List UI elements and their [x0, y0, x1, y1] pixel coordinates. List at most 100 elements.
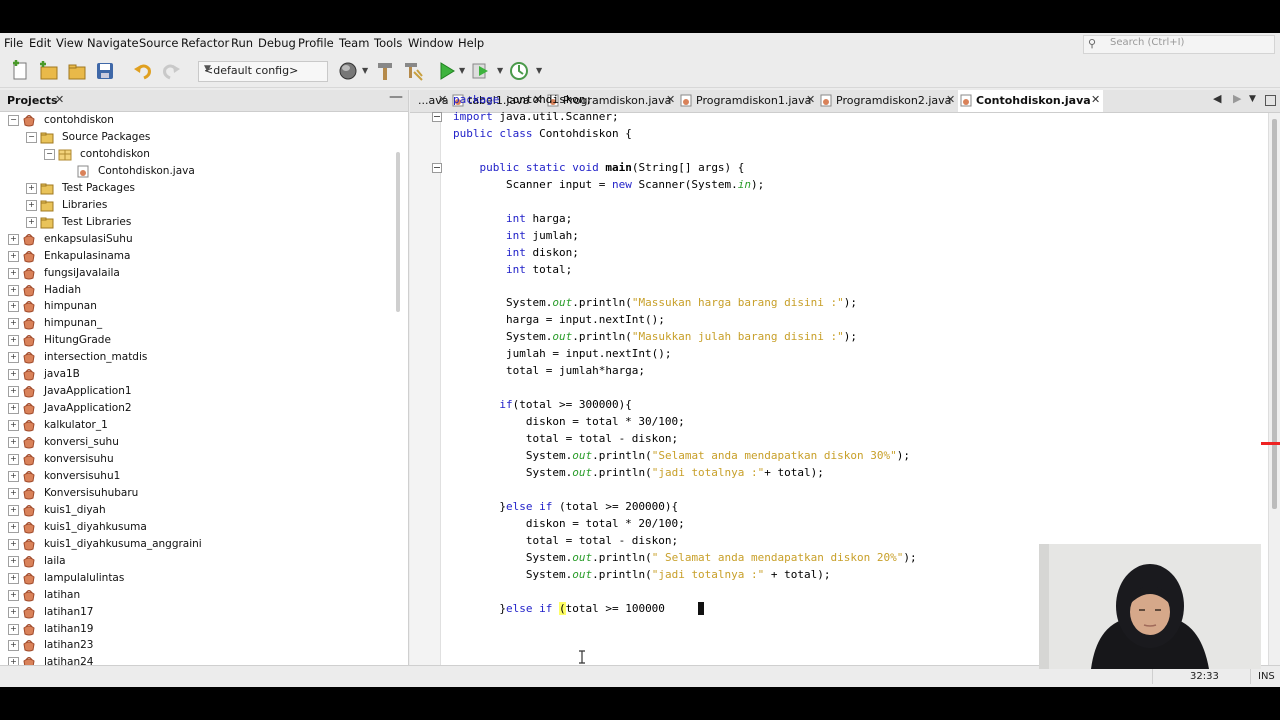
fold-toggle-icon[interactable] — [432, 162, 442, 173]
chevron-down-icon[interactable]: ▼ — [362, 66, 368, 75]
close-icon[interactable]: ✕ — [666, 93, 675, 106]
save-all-icon[interactable] — [94, 60, 116, 82]
menu-help[interactable]: Help — [458, 36, 484, 50]
tree-item[interactable]: + konversisuhu — [0, 451, 396, 468]
scrollbar-thumb[interactable] — [1272, 119, 1277, 509]
expand-icon[interactable]: + — [26, 199, 37, 211]
expand-icon[interactable]: + — [8, 420, 19, 432]
collapse-icon[interactable]: − — [8, 115, 19, 126]
scroll-tabs-right-icon[interactable]: ▶ — [1233, 92, 1241, 105]
expand-icon[interactable]: + — [8, 454, 19, 465]
expand-icon[interactable]: + — [8, 403, 19, 415]
tree-item[interactable]: + konversisuhu1 — [0, 468, 396, 485]
tree-item[interactable]: + fungsiJavalaila — [0, 265, 396, 282]
close-icon[interactable]: ✕ — [946, 93, 955, 106]
error-marker[interactable] — [1261, 442, 1280, 445]
expand-icon[interactable]: + — [8, 521, 19, 533]
profile-icon[interactable] — [508, 60, 530, 82]
maximize-icon[interactable] — [1265, 95, 1276, 106]
expand-icon[interactable]: + — [8, 572, 19, 584]
tree-item[interactable]: + Hadiah — [0, 282, 396, 299]
tree-item[interactable]: + latihan23 — [0, 637, 396, 654]
expand-icon[interactable]: + — [26, 216, 37, 228]
chevron-down-icon[interactable]: ▼ — [459, 66, 465, 75]
menu-run[interactable]: Run — [231, 36, 253, 50]
open-project-icon[interactable] — [66, 60, 88, 82]
tree-item[interactable]: + Enkapulasinama — [0, 248, 396, 265]
search-input[interactable]: Search (Ctrl+I) — [1110, 37, 1184, 48]
tree-item[interactable]: + JavaApplication1 — [0, 383, 396, 400]
debug-icon[interactable] — [470, 60, 492, 82]
collapse-icon[interactable]: − — [26, 131, 37, 143]
minimize-icon[interactable]: — — [389, 89, 403, 105]
menu-source[interactable]: Source — [139, 36, 179, 50]
menu-edit[interactable]: Edit — [29, 36, 51, 50]
expand-icon[interactable]: + — [8, 555, 19, 567]
expand-icon[interactable]: + — [8, 369, 19, 381]
tree-item[interactable]: + laila — [0, 553, 396, 570]
tree-item[interactable]: − contohdiskon — [0, 112, 396, 129]
menu-file[interactable]: File — [4, 36, 23, 50]
close-icon[interactable]: ✕ — [438, 93, 447, 106]
tree-item[interactable]: + Konversisuhubaru — [0, 485, 396, 502]
tree-item[interactable]: + Test Libraries — [0, 214, 396, 231]
expand-icon[interactable]: + — [8, 589, 19, 601]
editor-tab[interactable]: ...ava ✕ — [410, 90, 450, 112]
tree-item[interactable]: + HitungGrade — [0, 332, 396, 349]
tree-item[interactable]: + himpunan_ — [0, 315, 396, 332]
tree-item[interactable]: + kuis1_diyahkusuma — [0, 519, 396, 536]
tree-item[interactable]: + JavaApplication2 — [0, 400, 396, 417]
expand-icon[interactable]: + — [8, 318, 19, 330]
tree-item[interactable]: + kalkulator_1 — [0, 417, 396, 434]
expand-icon[interactable]: + — [8, 504, 19, 516]
expand-icon[interactable]: + — [8, 233, 19, 245]
collapse-icon[interactable]: − — [44, 148, 55, 160]
tree-item[interactable]: + Test Packages — [0, 180, 396, 197]
tree-item[interactable]: + latihan — [0, 587, 396, 604]
tab-list-dropdown-icon[interactable]: ▼ — [1249, 94, 1256, 104]
tree-item[interactable]: + Libraries — [0, 197, 396, 214]
editor-tab[interactable]: Programdiskon2.java ✕ — [818, 90, 958, 112]
expand-icon[interactable]: + — [8, 301, 19, 313]
tab-contohdiskon-active[interactable]: Contohdiskon.java ✕ — [958, 90, 1103, 112]
expand-icon[interactable]: + — [8, 437, 19, 449]
tree-item[interactable]: + latihan17 — [0, 604, 396, 621]
expand-icon[interactable]: + — [8, 470, 19, 482]
tree-item[interactable]: − contohdiskon — [0, 146, 396, 163]
projects-tab[interactable]: Projects ✕ — — [0, 89, 408, 112]
tree-item[interactable]: + latihan19 — [0, 621, 396, 638]
expand-icon[interactable]: + — [8, 657, 19, 665]
chevron-down-icon[interactable]: ▼ — [536, 66, 542, 75]
expand-icon[interactable]: + — [8, 250, 19, 262]
menu-debug[interactable]: Debug — [258, 36, 296, 50]
tree-scrollbar[interactable] — [396, 152, 400, 312]
expand-icon[interactable]: + — [8, 352, 19, 364]
menu-navigate[interactable]: Navigate — [87, 36, 139, 50]
chevron-down-icon[interactable]: ▼ — [497, 66, 503, 75]
menu-view[interactable]: View — [56, 36, 83, 50]
tree-item[interactable]: + kuis1_diyah — [0, 502, 396, 519]
menu-profile[interactable]: Profile — [298, 36, 334, 50]
close-icon[interactable]: ✕ — [806, 93, 815, 106]
tree-item[interactable]: Contohdiskon.java — [0, 163, 396, 180]
tree-item[interactable]: + konversi_suhu — [0, 434, 396, 451]
tree-item[interactable]: + java1B — [0, 366, 396, 383]
scroll-tabs-left-icon[interactable]: ◀ — [1213, 92, 1221, 105]
tree-item[interactable]: + enkapsulasiSuhu — [0, 231, 396, 248]
tree-item[interactable]: + lampulalulintas — [0, 570, 396, 587]
expand-icon[interactable]: + — [8, 623, 19, 635]
build-hammer-icon[interactable] — [374, 60, 396, 82]
redo-icon[interactable] — [160, 60, 182, 82]
expand-icon[interactable]: + — [8, 284, 19, 296]
run-icon[interactable] — [436, 60, 458, 82]
fold-toggle-icon[interactable] — [432, 111, 442, 122]
expand-icon[interactable]: + — [8, 640, 19, 652]
menu-refactor[interactable]: Refactor — [181, 36, 229, 50]
close-icon[interactable]: ✕ — [1091, 93, 1100, 106]
expand-icon[interactable]: + — [26, 182, 37, 194]
editor-scrollbar[interactable] — [1268, 113, 1280, 665]
close-icon[interactable]: ✕ — [55, 93, 64, 106]
menu-window[interactable]: Window — [408, 36, 453, 50]
globe-icon[interactable] — [337, 60, 359, 82]
expand-icon[interactable]: + — [8, 487, 19, 499]
